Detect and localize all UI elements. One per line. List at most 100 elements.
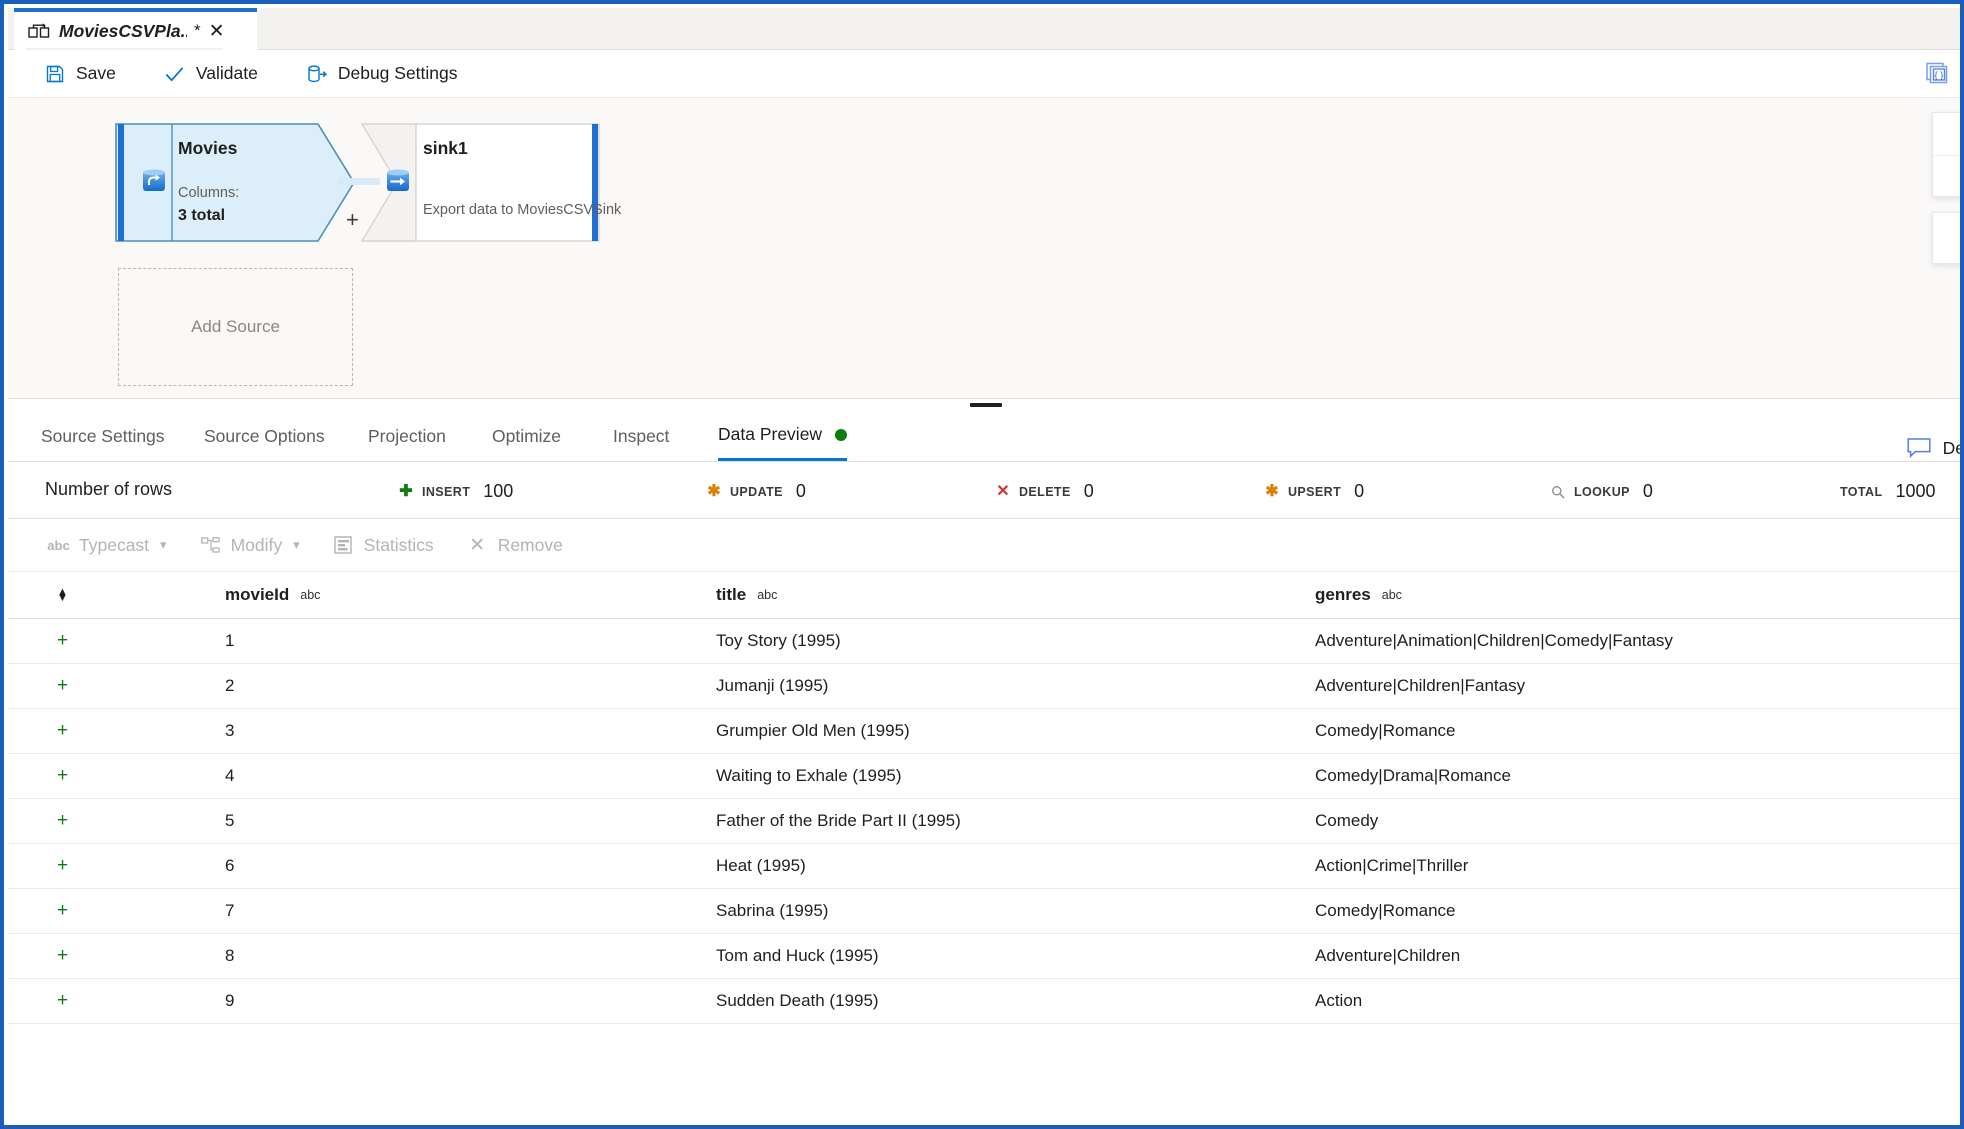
add-transformation-button[interactable]: +: [346, 209, 359, 231]
stat-update-label: UPDATE: [730, 484, 783, 499]
cell-movieid: 4: [94, 753, 694, 799]
stat-delete: ✕ DELETE 0: [995, 481, 1093, 502]
statistics-button[interactable]: Statistics: [333, 528, 434, 562]
tab-source-options[interactable]: Source Options: [204, 411, 325, 461]
stat-upsert-value: 0: [1354, 481, 1365, 501]
table-row[interactable]: + 7 Sabrina (1995) Comedy|Romance: [8, 888, 1960, 934]
cell-genres: Comedy|Drama|Romance: [1294, 753, 1960, 799]
row-insert-marker: +: [8, 753, 94, 799]
tab-inspect-label: Inspect: [613, 425, 670, 446]
column-header-movieid-label: movieId: [225, 585, 290, 604]
grid-toolbar: abc Typecast ▾ Modify ▾ Statistics ✕ Rem…: [8, 519, 1960, 572]
bottom-properties-panel: Source Settings Source Options Projectio…: [8, 398, 1960, 1125]
column-header-genres[interactable]: genres abc: [1294, 572, 1960, 619]
cell-movieid: 6: [94, 843, 694, 889]
table-row[interactable]: + 4 Waiting to Exhale (1995) Comedy|Dram…: [8, 753, 1960, 799]
cell-title: Jumanji (1995): [694, 663, 1294, 709]
save-button[interactable]: Save: [44, 57, 116, 91]
typecast-button-label: Typecast: [79, 534, 150, 555]
debug-settings-button-label: Debug Settings: [337, 63, 458, 83]
canvas-side-panel-bottom[interactable]: [1932, 212, 1960, 264]
save-button-label: Save: [76, 63, 116, 83]
close-icon[interactable]: ✕: [209, 21, 225, 41]
remove-button[interactable]: ✕ Remove: [467, 528, 563, 562]
dataflow-source-node-movies[interactable]: Movies Columns: 3 total: [115, 123, 355, 242]
document-tab-moviescsvplayground[interactable]: MoviesCSVPla... * ✕: [14, 8, 257, 50]
dataflow-canvas[interactable]: Movies Columns: 3 total + sink1 Export d…: [8, 98, 1960, 398]
dataflow-sink-node-sink1[interactable]: sink1 Export data to MoviesCSVSink: [360, 123, 621, 242]
source-database-icon: [140, 167, 168, 195]
cell-movieid: 9: [94, 978, 694, 1024]
row-insert-marker: +: [8, 933, 94, 979]
table-row[interactable]: + 9 Sudden Death (1995) Action: [8, 978, 1960, 1024]
canvas-side-panel-top[interactable]: [1932, 112, 1960, 197]
table-row[interactable]: + 2 Jumanji (1995) Adventure|Children|Fa…: [8, 663, 1960, 709]
tab-optimize[interactable]: Optimize: [492, 411, 561, 461]
tab-inspect[interactable]: Inspect: [613, 411, 669, 461]
column-header-title[interactable]: title abc: [694, 572, 1294, 619]
save-icon: [44, 63, 65, 84]
row-insert-marker: +: [8, 798, 94, 844]
column-header-title-type: abc: [757, 588, 778, 602]
plus-icon: ✚: [399, 482, 413, 500]
cell-title: Toy Story (1995): [694, 618, 1294, 664]
cell-movieid: 8: [94, 933, 694, 979]
data-preview-status-dot: [835, 428, 848, 441]
tab-projection-label: Projection: [368, 425, 446, 446]
table-row[interactable]: + 3 Grumpier Old Men (1995) Comedy|Roman…: [8, 708, 1960, 754]
cell-genres: Adventure|Children|Fantasy: [1294, 663, 1960, 709]
table-row[interactable]: + 1 Toy Story (1995) Adventure|Animation…: [8, 618, 1960, 664]
column-sort-control[interactable]: ▲ ▼: [8, 572, 94, 619]
stat-total-value: 1000: [1895, 481, 1936, 501]
row-insert-marker: +: [8, 708, 94, 754]
cell-movieid: 3: [94, 708, 694, 754]
stat-update-value: 0: [795, 481, 806, 501]
column-header-genres-label: genres: [1315, 585, 1371, 604]
document-tabstrip: MoviesCSVPla... * ✕ MoviesCSVPlayground: [8, 8, 1960, 78]
panel-resize-grip[interactable]: [970, 403, 1002, 407]
debug-settings-button[interactable]: Debug Settings: [306, 57, 458, 91]
table-row[interactable]: + 6 Heat (1995) Action|Crime|Thriller: [8, 843, 1960, 889]
tab-source-settings[interactable]: Source Settings: [41, 411, 165, 461]
modify-button-label: Modify: [230, 534, 283, 555]
stat-insert-label: INSERT: [422, 484, 471, 499]
dataflow-icon: [28, 22, 50, 40]
sink-node-description: Export data to MoviesCSVSink: [423, 202, 622, 218]
source-node-columns-value: 3 total: [178, 207, 226, 224]
sort-icon[interactable]: ▲ ▼: [57, 587, 68, 604]
code-braces-icon[interactable]: { }: [1922, 58, 1954, 90]
row-insert-marker: +: [8, 843, 94, 889]
close-icon: ✕: [469, 534, 486, 556]
column-header-movieid[interactable]: movieId abc: [94, 572, 694, 619]
column-header-genres-type: abc: [1381, 588, 1402, 602]
table-row[interactable]: + 8 Tom and Huck (1995) Adventure|Childr…: [8, 933, 1960, 979]
validate-button[interactable]: Validate: [164, 57, 258, 91]
tab-data-preview-label: Data Preview: [718, 424, 823, 444]
modify-button[interactable]: Modify ▾: [200, 528, 300, 562]
cell-movieid: 1: [94, 618, 694, 664]
tab-projection[interactable]: Projection: [368, 411, 446, 461]
add-source-placeholder[interactable]: Add Source: [118, 268, 353, 386]
remove-button-label: Remove: [497, 534, 563, 555]
chevron-down-icon: ▾: [293, 537, 300, 552]
stat-lookup: LOOKUP 0: [1550, 481, 1653, 502]
cell-genres: Adventure|Children: [1294, 933, 1960, 979]
cell-genres: Comedy|Romance: [1294, 888, 1960, 934]
typecast-button[interactable]: abc Typecast ▾: [47, 528, 167, 562]
cell-genres: Action|Crime|Thriller: [1294, 843, 1960, 889]
description-button-label: Descrip: [1942, 437, 1960, 458]
cell-movieid: 5: [94, 798, 694, 844]
tab-data-preview[interactable]: Data Preview: [718, 411, 848, 461]
statistics-icon: [333, 536, 354, 554]
source-node-title: Movies: [178, 138, 238, 158]
chevron-down-icon: ▾: [160, 537, 167, 552]
add-source-label: Add Source: [191, 317, 280, 336]
table-row[interactable]: + 5 Father of the Bride Part II (1995) C…: [8, 798, 1960, 844]
source-node-columns-label: Columns:: [178, 185, 240, 201]
document-tab-dirty-indicator: *: [194, 21, 201, 40]
source-node-selection-bar: [118, 124, 124, 241]
application-window: MoviesCSVPla... * ✕ MoviesCSVPlayground …: [0, 0, 1964, 1129]
debug-settings-icon: [306, 63, 327, 84]
data-preview-table: ▲ ▼ movieId abc title abc genres abc + 1…: [8, 572, 1960, 1024]
row-insert-marker: +: [8, 618, 94, 664]
